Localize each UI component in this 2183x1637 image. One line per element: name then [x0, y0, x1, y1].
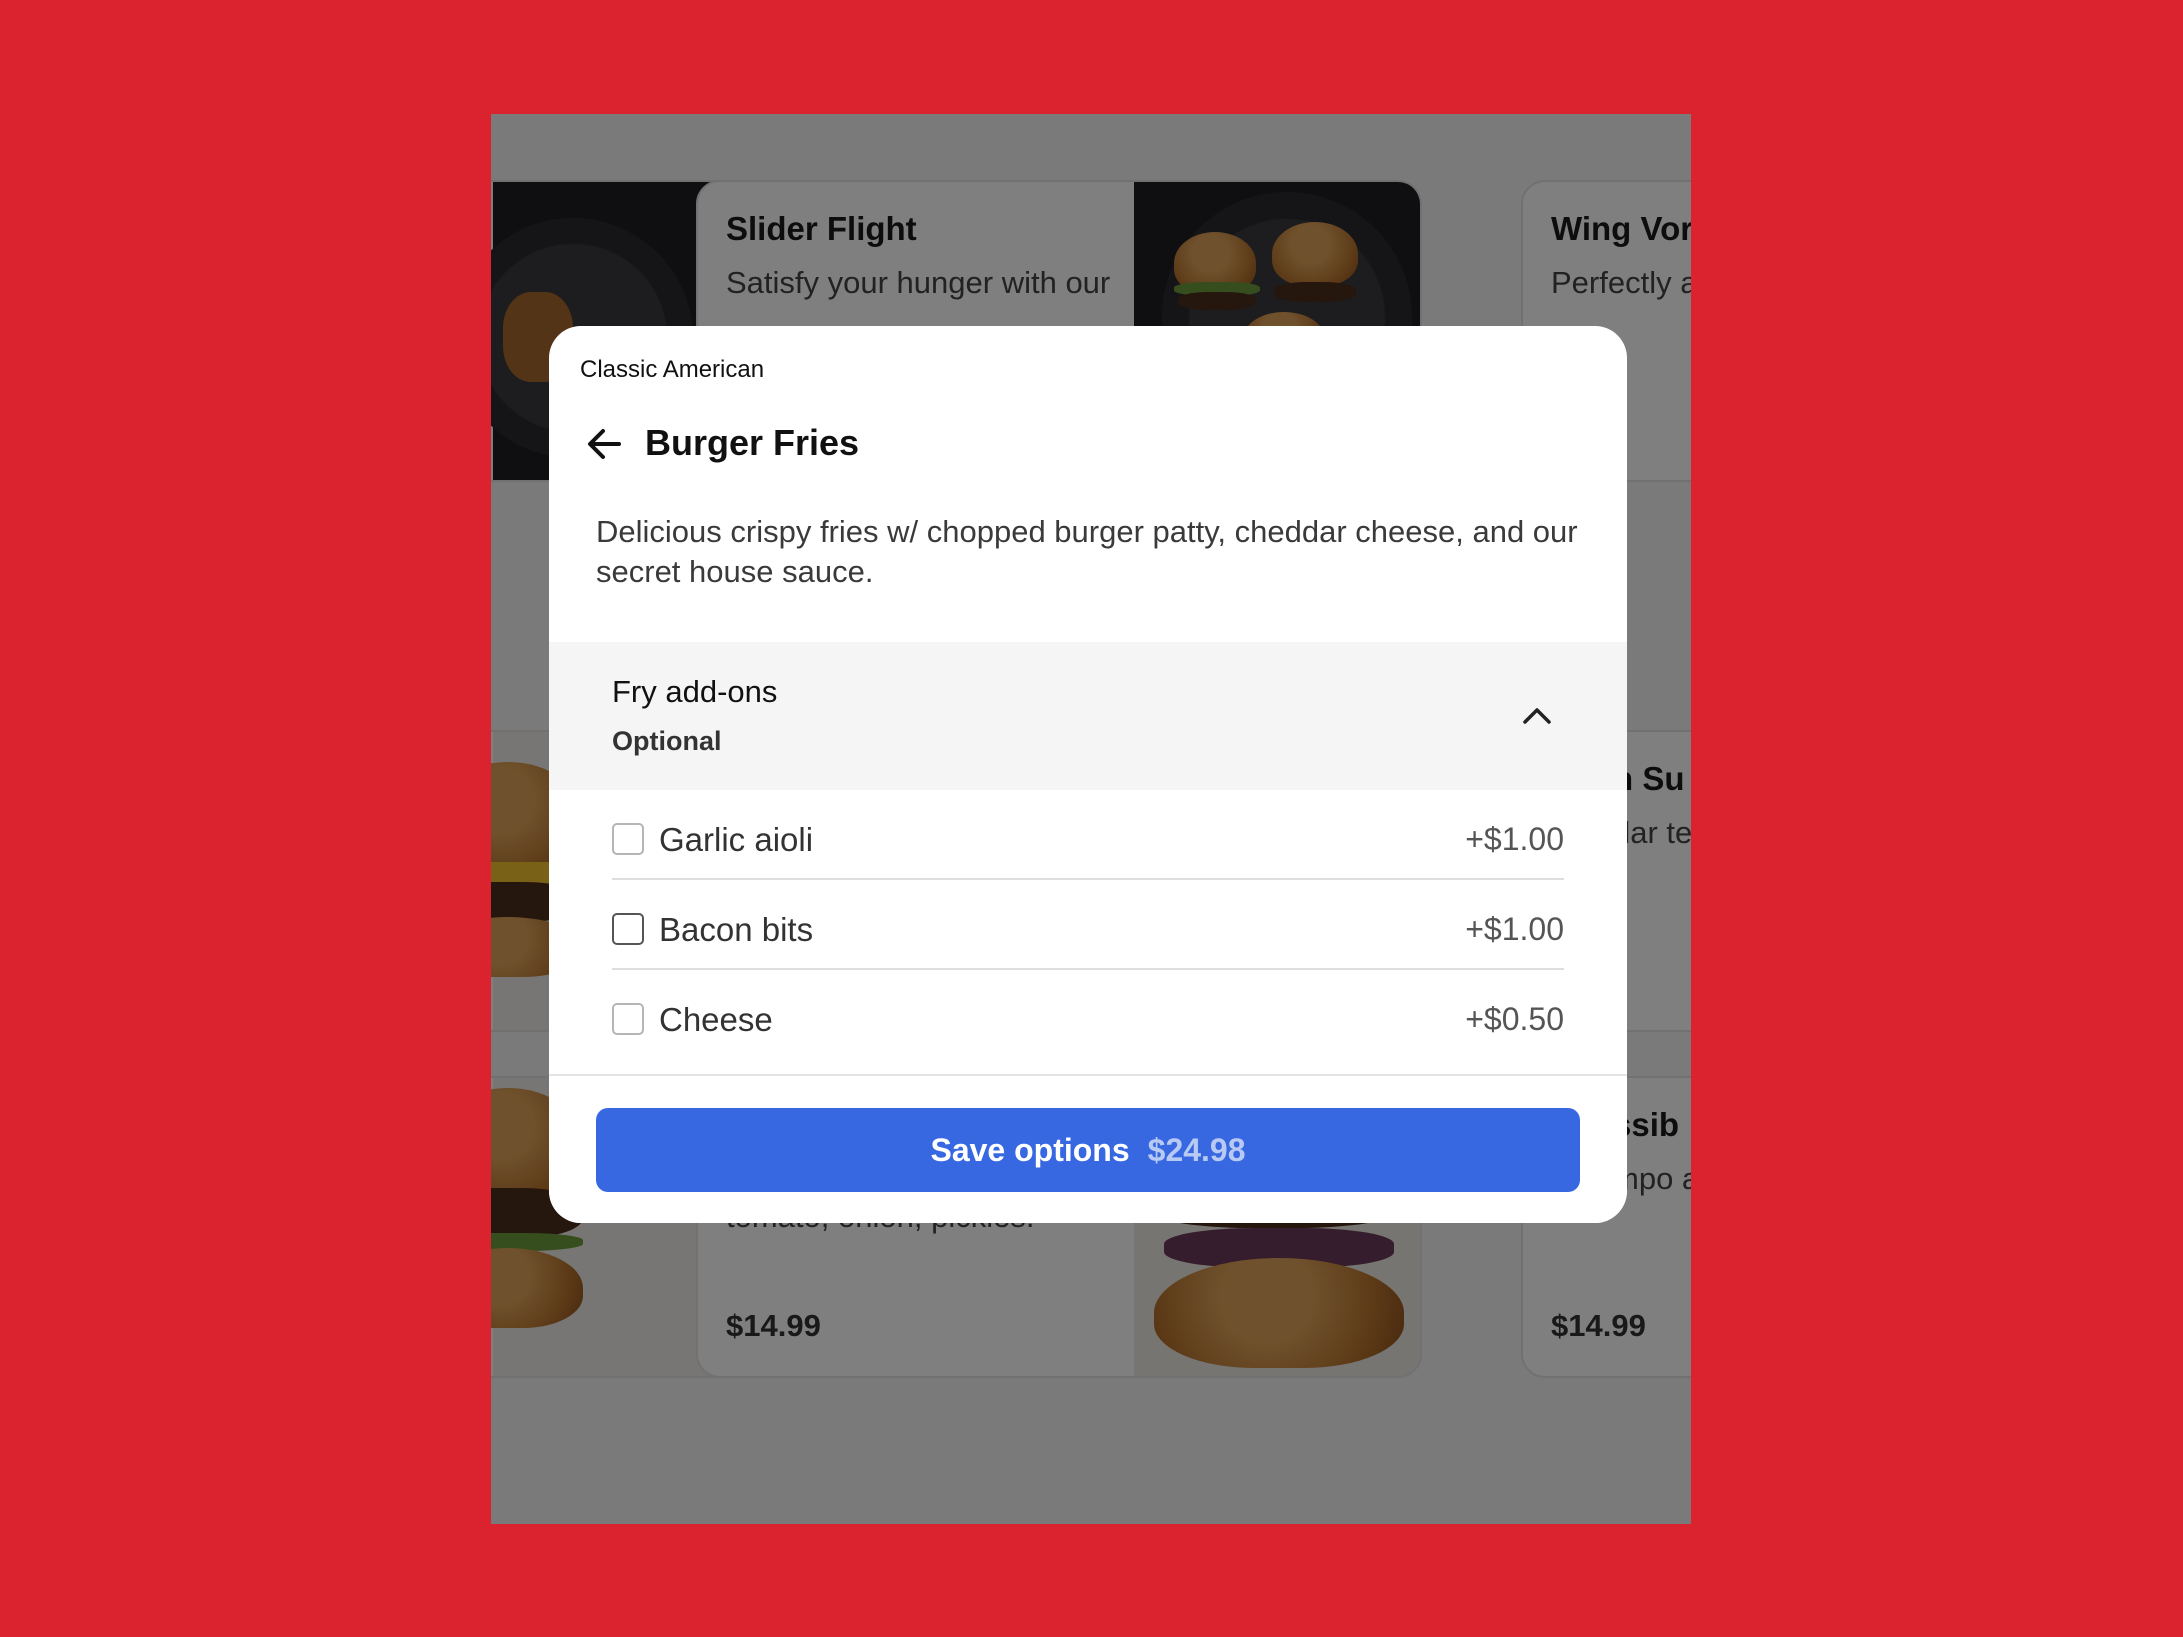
item-description: Delicious crispy fries w/ chopped burger… — [596, 514, 1578, 589]
option-label: Garlic aioli — [659, 821, 814, 858]
option-label: Bacon bits — [659, 911, 814, 948]
save-options-button[interactable]: Save options $24.98 — [596, 1108, 1580, 1192]
app-frame: Slider Flight Satisfy your hunger with o… — [0, 0, 2183, 1637]
option-checkbox[interactable] — [612, 913, 644, 945]
option-checkbox[interactable] — [612, 823, 644, 855]
option-bacon-bits[interactable]: Bacon bits +$1.00 — [612, 880, 1564, 970]
option-list: Garlic aioli +$1.00 Bacon bits +$1.00 Ch… — [612, 790, 1564, 1060]
chevron-up-icon[interactable] — [1519, 698, 1555, 734]
option-price: +$1.00 — [1465, 821, 1564, 857]
option-group-header[interactable]: Fry add-ons Optional — [549, 642, 1627, 790]
back-button[interactable] — [583, 422, 627, 466]
item-options-modal: Classic American Burger Fries Delicious … — [549, 326, 1627, 1223]
option-checkbox[interactable] — [612, 1003, 644, 1035]
restaurant-name: Classic American — [580, 356, 765, 383]
option-group-subtitle: Optional — [612, 726, 722, 756]
option-price: +$1.00 — [1465, 911, 1564, 947]
option-cheese[interactable]: Cheese +$0.50 — [612, 970, 1564, 1060]
save-button-label: Save options — [930, 1131, 1130, 1168]
item-title: Burger Fries — [645, 422, 860, 463]
save-button-total: $24.98 — [1147, 1131, 1246, 1168]
option-label: Cheese — [659, 1001, 773, 1038]
option-group-title: Fry add-ons — [612, 674, 778, 709]
option-garlic-aioli[interactable]: Garlic aioli +$1.00 — [612, 790, 1564, 880]
option-price: +$0.50 — [1465, 1001, 1564, 1037]
modal-footer: Save options $24.98 — [549, 1074, 1627, 1223]
arrow-left-icon — [588, 429, 621, 459]
